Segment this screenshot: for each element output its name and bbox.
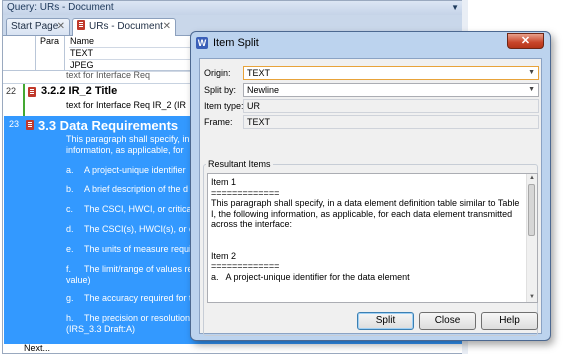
close-tab-icon[interactable]: ✕ — [57, 19, 65, 34]
row-gutter-header — [3, 36, 36, 70]
item-text: A project-unique identifier — [84, 165, 186, 175]
intro-line: information, as applicable, for — [66, 145, 184, 155]
item-letter: f. — [66, 264, 72, 274]
item-text: The limit/range of values re — [84, 264, 193, 274]
row-number: 23 — [9, 119, 20, 129]
list-item: d. The CSCI(s), HWCI(s), or crit — [66, 224, 201, 235]
split-button[interactable]: Split — [357, 312, 414, 330]
tab-urs-document-label: URs - Document — [89, 21, 163, 32]
split-by-value: Newline — [247, 85, 280, 95]
app-icon: W — [196, 37, 208, 49]
item-text: The units of measure requi — [84, 244, 192, 254]
document-icon — [28, 87, 36, 97]
dialog-body: Origin: TEXT ▼ Split by: Newline ▼ Item … — [199, 58, 542, 336]
item-letter: a. — [66, 165, 74, 175]
tab-urs-document[interactable]: URs - Document ✕ — [72, 18, 176, 36]
origin-value: TEXT — [247, 68, 271, 78]
frame-label: Frame: — [204, 117, 233, 127]
scroll-thumb[interactable] — [528, 184, 535, 236]
item-letter: c. — [66, 204, 74, 214]
split-by-label: Split by: — [204, 85, 237, 95]
scroll-up-icon[interactable]: ▲ — [527, 174, 537, 183]
chevron-down-icon: ▼ — [528, 69, 535, 76]
item-text: The accuracy required for t — [84, 293, 192, 303]
list-item: a. A project-unique identifier — [66, 165, 186, 176]
name-column-label: Name — [69, 36, 196, 48]
item-text: A brief description of the d — [84, 184, 189, 194]
item-text: The CSCI(s), HWCI(s), or crit — [84, 224, 201, 234]
intro-line: This paragraph shall specify, in — [66, 134, 190, 144]
query-title-bar: Query: URs - Document ▼ — [3, 1, 463, 16]
item-text: The CSCI, HWCI, or critical i — [84, 204, 199, 214]
intro-text: This paragraph shall specify, in informa… — [66, 134, 189, 156]
heading-body: text for Interface Req IR_2 (IR — [66, 100, 187, 110]
list-item: b. A brief description of the d — [66, 184, 188, 195]
item-letter: d. — [66, 224, 74, 234]
heading-title: 3.3 Data Requirements — [38, 118, 179, 133]
close-tab-icon[interactable]: ✕ — [163, 19, 171, 34]
list-item: e. The units of measure requi — [66, 244, 191, 255]
tab-start-page[interactable]: Start Page ✕ — [6, 18, 70, 35]
scroll-down-icon[interactable]: ▼ — [527, 293, 537, 302]
item-letter: e. — [66, 244, 74, 254]
table-row[interactable]: 22 3.2.2 IR_2 Title text for Interface R… — [3, 83, 193, 118]
row-number: 22 — [6, 86, 17, 96]
item-text-continued: value) — [66, 275, 91, 285]
close-icon[interactable]: ✕ — [507, 33, 544, 49]
item-type-label: Item type: — [204, 101, 244, 111]
next-link[interactable]: Next... — [2, 343, 462, 354]
dialog-title-bar[interactable]: W Item Split — [191, 32, 550, 54]
resultant-items-textarea[interactable]: Item 1 ============= This paragraph shal… — [207, 173, 538, 303]
collapse-arrow-icon[interactable]: ▼ — [451, 1, 459, 15]
list-item: g. The accuracy required for t — [66, 293, 192, 304]
item-split-dialog: W Item Split ✕ Origin: TEXT ▼ Split by: … — [190, 31, 551, 341]
grid-header: Para Name TEXT JPEG — [3, 36, 196, 72]
name-value: text for Interface Req — [66, 70, 151, 80]
list-item: h. The precision or resolution (IRS_3.3 Dr… — [66, 313, 190, 335]
resultant-items-label: Resultant Items — [206, 159, 273, 169]
origin-dropdown[interactable]: TEXT ▼ — [243, 66, 539, 80]
item-text: The precision or resolution — [84, 313, 191, 323]
query-title: Query: URs - Document — [7, 2, 114, 13]
item-letter: h. — [66, 313, 74, 323]
close-button[interactable]: Close — [419, 312, 476, 330]
document-icon — [77, 20, 85, 30]
heading-title: 3.2.2 IR_2 Title — [41, 85, 118, 97]
vertical-scrollbar[interactable]: ▲ ▼ — [526, 174, 537, 302]
help-button[interactable]: Help — [481, 312, 538, 330]
item-text-continued: (IRS_3.3 Draft:A) — [66, 324, 136, 334]
resultant-items-text: Item 1 ============= This paragraph shal… — [211, 177, 520, 282]
dialog-title: Item Split — [213, 37, 259, 49]
item-letter: b. — [66, 184, 74, 194]
origin-label: Origin: — [204, 68, 231, 78]
name-column-header[interactable]: Name TEXT JPEG — [66, 36, 196, 72]
document-icon — [26, 120, 34, 130]
list-item: f. The limit/range of values re value) — [66, 264, 193, 286]
item-letter: g. — [66, 293, 74, 303]
para-column-header[interactable]: Para — [36, 36, 65, 70]
split-by-dropdown[interactable]: Newline ▼ — [243, 83, 539, 97]
frame-field: TEXT — [243, 115, 539, 129]
name-value: TEXT — [69, 48, 196, 60]
status-bar — [23, 84, 25, 117]
list-item: c. The CSCI, HWCI, or critical i — [66, 204, 198, 215]
chevron-down-icon: ▼ — [528, 86, 535, 93]
tab-start-page-label: Start Page — [11, 21, 59, 32]
item-type-field: UR — [243, 99, 539, 113]
